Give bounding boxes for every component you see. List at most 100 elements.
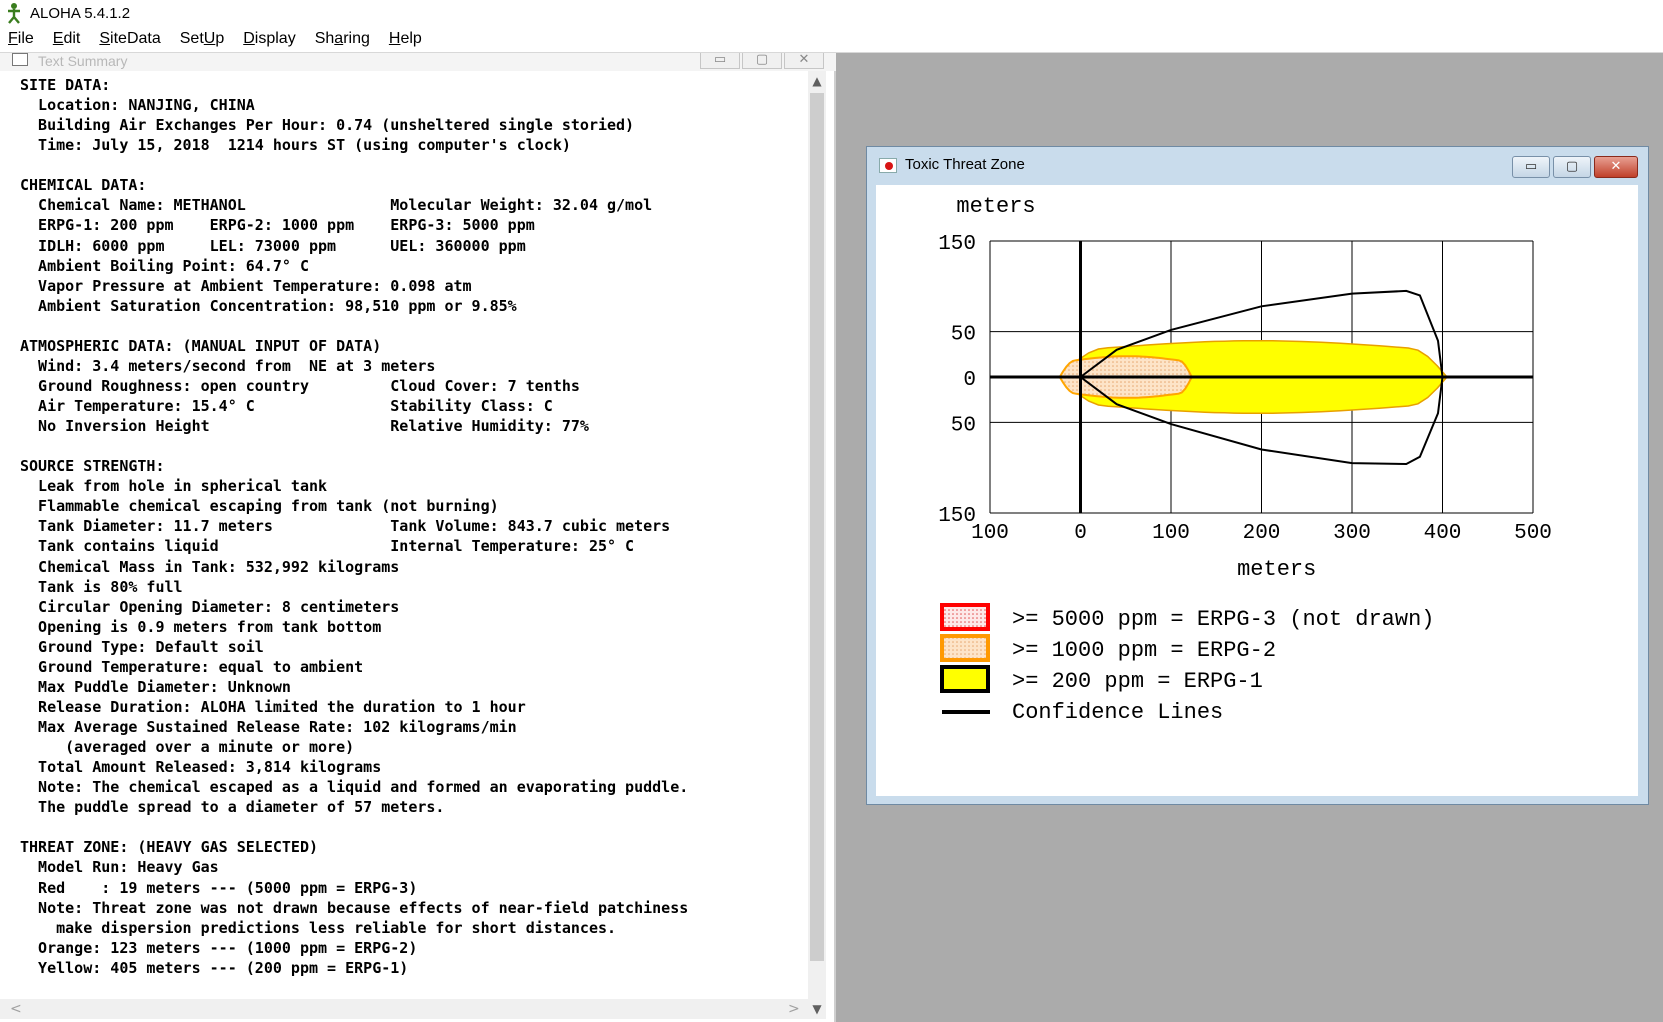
- threat-zone-title: Toxic Threat Zone: [905, 156, 1025, 173]
- x-axis-label: meters: [1237, 557, 1316, 582]
- horizontal-scrollbar[interactable]: < >: [0, 999, 808, 1019]
- text-summary-titlebar[interactable]: Text Summary ▭ ▢ ✕: [0, 53, 836, 71]
- summary-line: Red : 19 meters --- (5000 ppm = ERPG-3): [20, 878, 418, 897]
- toxic-threat-zone-window: Toxic Threat Zone ▭ ▢ ✕ meters meters 150 5…: [866, 146, 1649, 805]
- summary-line: Release Duration: ALOHA limited the dura…: [20, 697, 526, 716]
- scroll-up-icon[interactable]: ▲: [808, 71, 826, 91]
- y-tick-label: 50: [951, 324, 976, 347]
- summary-line: Max Puddle Diameter: Unknown: [20, 677, 291, 696]
- summary-line: Circular Opening Diameter: 8 centimeters: [20, 597, 400, 616]
- summary-line: Ground Roughness: open country Cloud Cov…: [20, 376, 580, 395]
- vertical-scrollbar[interactable]: ▲ ▼: [808, 71, 826, 1019]
- menu-sitedata[interactable]: SiteData: [99, 30, 160, 48]
- minimize-icon: ▭: [713, 52, 727, 67]
- summary-line: Note: Threat zone was not drawn because …: [20, 898, 689, 917]
- summary-line: IDLH: 6000 ppm LEL: 73000 ppm UEL: 36000…: [20, 236, 526, 255]
- scroll-right-icon[interactable]: >: [788, 999, 800, 1019]
- summary-line: Leak from hole in spherical tank: [20, 477, 328, 496]
- y-tick-label: 150: [938, 233, 976, 256]
- summary-line: Ambient Boiling Point: 64.7° C: [20, 256, 309, 275]
- summary-line: ATMOSPHERIC DATA: (MANUAL INPUT OF DATA): [20, 336, 382, 355]
- summary-line: Vapor Pressure at Ambient Temperature: 0…: [20, 276, 472, 295]
- summary-line: Max Average Sustained Release Rate: 102 …: [20, 718, 517, 736]
- x-tick-label: 100: [971, 522, 1009, 545]
- summary-line: Building Air Exchanges Per Hour: 0.74 (u…: [20, 116, 635, 135]
- summary-line: Total Amount Released: 3,814 kilograms: [20, 758, 382, 777]
- y-tick-label: 50: [951, 414, 976, 437]
- text-summary-window: Text Summary ▭ ▢ ✕ SITE DATA: Location: …: [0, 53, 836, 1022]
- text-summary-content: SITE DATA: Location: NANJING, CHINA Buil…: [20, 75, 810, 978]
- menu-help[interactable]: Help: [389, 30, 422, 48]
- restore-button[interactable]: ▢: [742, 53, 782, 69]
- summary-line: No Inversion Height Relative Humidity: 7…: [20, 417, 589, 436]
- summary-line: Location: NANJING, CHINA: [20, 96, 255, 115]
- summary-line: [20, 155, 810, 175]
- summary-line: Tank Diameter: 11.7 meters Tank Volume: …: [20, 517, 671, 536]
- legend-label: >= 200 ppm = ERPG-1: [1012, 669, 1263, 694]
- menu-sharing[interactable]: Sharing: [315, 30, 370, 48]
- minimize-button[interactable]: ▭: [700, 53, 740, 69]
- threat-zone-plot-area: meters meters 150 50 0 50 150 100 0 100 200 300 400 5…: [876, 185, 1638, 796]
- threat-minimize-button[interactable]: ▭: [1512, 156, 1550, 178]
- close-button[interactable]: ✕: [784, 53, 824, 69]
- y-axis-label: meters: [956, 194, 1035, 219]
- legend-label: >= 5000 ppm = ERPG-3 (not drawn): [1012, 607, 1434, 632]
- summary-line: [20, 817, 810, 837]
- summary-line: Tank is 80% full: [20, 577, 183, 596]
- menu-bar: File Edit SiteData SetUp Display Sharing…: [0, 26, 1663, 53]
- summary-line: Chemical Mass in Tank: 532,992 kilograms: [20, 557, 400, 576]
- x-tick-label: 200: [1243, 522, 1281, 545]
- summary-line: Note: The chemical escaped as a liquid a…: [20, 778, 689, 797]
- summary-line: Opening is 0.9 meters from tank bottom: [20, 617, 382, 636]
- legend-swatch: [940, 634, 990, 662]
- restore-icon: ▢: [755, 52, 769, 67]
- summary-line: Air Temperature: 15.4° C Stability Class…: [20, 397, 553, 415]
- aloha-figure-icon: [8, 3, 20, 24]
- x-tick-label: 500: [1514, 522, 1552, 545]
- summary-line: Wind: 3.4 meters/second from NE at 3 met…: [20, 356, 436, 375]
- scrollbar-thumb[interactable]: [810, 93, 824, 961]
- menu-display[interactable]: Display: [243, 30, 295, 48]
- summary-line: Yellow: 405 meters --- (200 ppm = ERPG-1…: [20, 958, 409, 977]
- y-tick-label: 0: [963, 369, 976, 392]
- menu-edit[interactable]: Edit: [53, 30, 81, 48]
- summary-line: Orange: 123 meters --- (1000 ppm = ERPG-…: [20, 938, 418, 957]
- summary-line: THREAT ZONE: (HEAVY GAS SELECTED): [20, 838, 319, 857]
- legend-swatch: [940, 665, 990, 693]
- text-summary-title: Text Summary: [38, 53, 128, 69]
- restore-icon: ▢: [1565, 159, 1579, 174]
- summary-line: Flammable chemical escaping from tank (n…: [20, 497, 499, 516]
- x-tick-label: 400: [1424, 522, 1462, 545]
- threat-zone-chart: metersmeters15050050150100 0 100 200 300 400 5…: [938, 194, 1552, 725]
- legend-swatch: [940, 603, 990, 631]
- minimize-icon: ▭: [1524, 159, 1538, 174]
- summary-line: make dispersion predictions less reliabl…: [20, 918, 617, 937]
- x-tick-label: 300: [1333, 522, 1371, 545]
- legend-label: Confidence Lines: [1012, 700, 1223, 725]
- document-icon: [12, 53, 28, 66]
- threat-zone-titlebar[interactable]: Toxic Threat Zone ▭ ▢ ✕: [867, 147, 1648, 183]
- summary-line: Tank contains liquid Internal Temperatur…: [20, 537, 635, 556]
- summary-line: SITE DATA:: [20, 76, 111, 94]
- menu-setup[interactable]: SetUp: [180, 30, 224, 48]
- summary-line: Ambient Saturation Concentration: 98,510…: [20, 296, 517, 315]
- x-tick-label: 0: [1074, 522, 1087, 545]
- legend-label: >= 1000 ppm = ERPG-2: [1012, 638, 1276, 663]
- threat-close-button[interactable]: ✕: [1594, 156, 1638, 178]
- close-icon: ✕: [798, 52, 810, 67]
- summary-line: Chemical Name: METHANOL Molecular Weight…: [20, 196, 653, 215]
- threat-restore-button[interactable]: ▢: [1553, 156, 1591, 178]
- close-icon: ✕: [1610, 159, 1622, 174]
- threat-zone-window-icon: [879, 158, 897, 173]
- summary-line: Model Run: Heavy Gas: [20, 858, 219, 877]
- summary-line: SOURCE STRENGTH:: [20, 457, 165, 476]
- menu-file[interactable]: File: [8, 30, 34, 48]
- summary-line: (averaged over a minute or more): [20, 738, 355, 757]
- summary-line: Ground Temperature: equal to ambient: [20, 657, 364, 676]
- summary-line: Time: July 15, 2018 1214 hours ST (using…: [20, 136, 571, 155]
- scroll-down-icon[interactable]: ▼: [808, 999, 826, 1019]
- scroll-left-icon[interactable]: <: [10, 999, 22, 1019]
- app-titlebar: ALOHA 5.4.1.2: [0, 0, 1663, 26]
- app-title: ALOHA 5.4.1.2: [30, 4, 131, 22]
- summary-line: ERPG-1: 200 ppm ERPG-2: 1000 ppm ERPG-3:…: [20, 216, 535, 235]
